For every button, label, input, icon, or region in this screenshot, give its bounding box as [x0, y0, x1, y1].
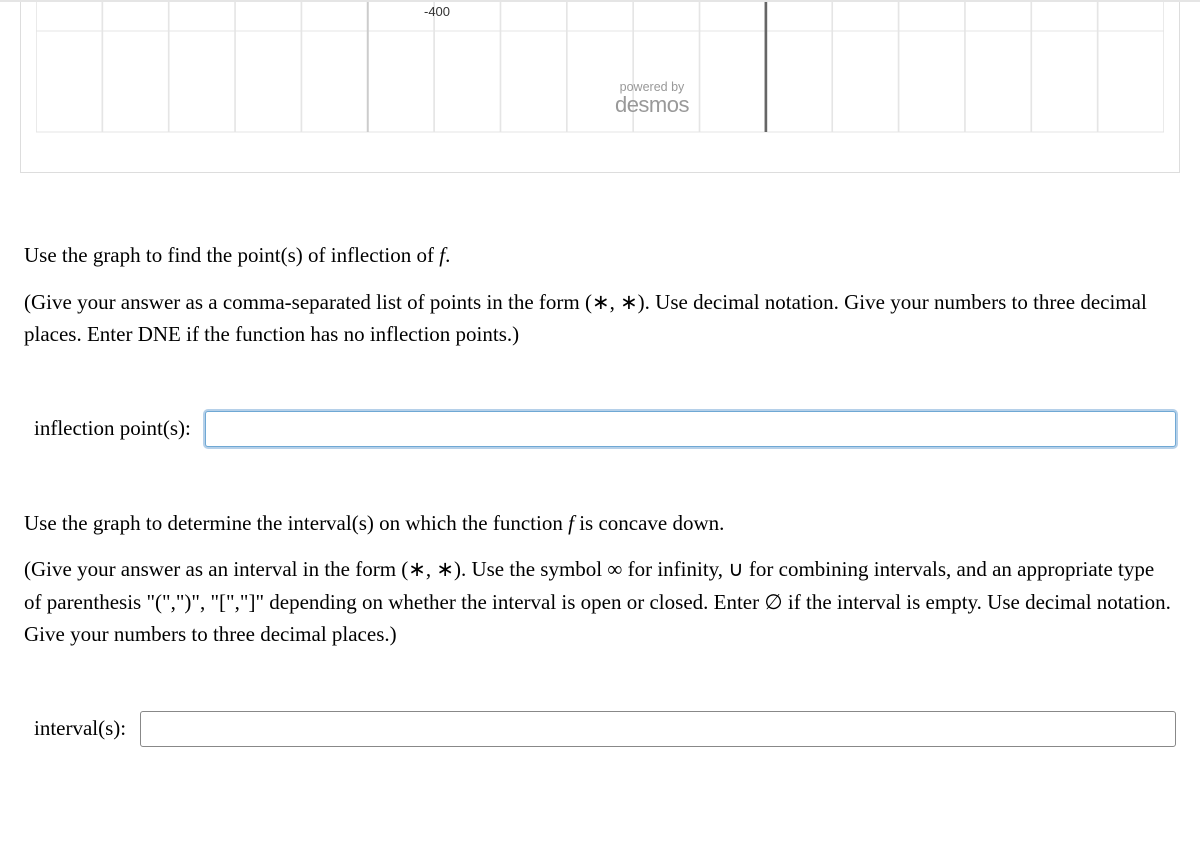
y-axis-tick-label: -400 [424, 4, 450, 19]
q1-answer-label: inflection point(s): [34, 416, 191, 441]
q2-prompt-text-1: Use the graph to determine the interval(… [24, 511, 568, 535]
q1-hint: (Give your answer as a comma-separated l… [24, 286, 1176, 351]
graph-attribution: powered by desmos [615, 80, 689, 118]
q2-prompt: Use the graph to determine the interval(… [24, 507, 1176, 540]
q2-answer-label: interval(s): [34, 716, 126, 741]
question-2: Use the graph to determine the interval(… [0, 487, 1200, 671]
q1-prompt-text-1: Use the graph to find the point(s) of in… [24, 243, 439, 267]
q1-prompt-text-2: . [445, 243, 450, 267]
graph-grid[interactable]: -400 powered by desmos [36, 2, 1164, 152]
intervals-input[interactable] [140, 711, 1176, 747]
question-1: Use the graph to find the point(s) of in… [0, 219, 1200, 371]
q2-prompt-text-2: is concave down. [574, 511, 724, 535]
inflection-points-input[interactable] [205, 411, 1176, 447]
q2-answer-row: interval(s): [0, 671, 1200, 787]
q1-answer-row: inflection point(s): [0, 371, 1200, 487]
graph-panel: -400 powered by desmos [20, 2, 1180, 173]
desmos-logo: desmos [615, 92, 689, 118]
q2-hint: (Give your answer as an interval in the … [24, 553, 1176, 651]
q1-prompt: Use the graph to find the point(s) of in… [24, 239, 1176, 272]
